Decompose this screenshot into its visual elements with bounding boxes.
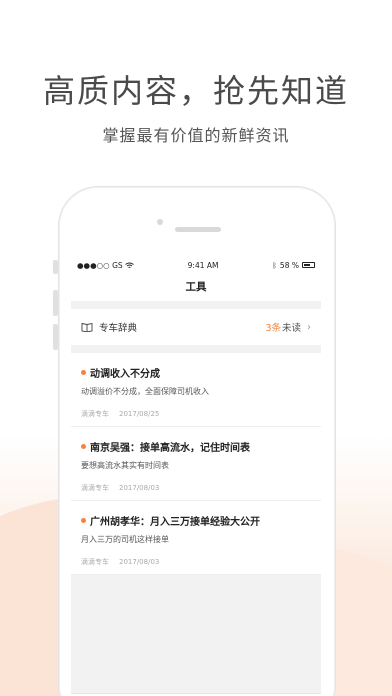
- news-source: 滴滴专车: [81, 484, 109, 492]
- status-time: 9:41 AM: [187, 260, 219, 270]
- unread-dot-icon: [81, 518, 86, 523]
- dictionary-row[interactable]: 专车辞典 3条 未读 ›: [71, 309, 321, 345]
- news-desc: 动调溢价不分成，全面保障司机收入: [81, 387, 209, 396]
- bluetooth-icon: ᛒ: [272, 260, 277, 270]
- news-date: 2017/08/25: [119, 410, 160, 418]
- unread-count: 3条: [265, 323, 281, 334]
- phone-frame: ●●●○○ GS 9:41 AM ᛒ 58 % 工具 专车辞典 3条 未读 › …: [58, 186, 336, 696]
- news-date: 2017/08/03: [119, 558, 160, 566]
- battery-icon: [301, 262, 315, 268]
- nav-title: 工具: [71, 273, 321, 301]
- unread-label: 未读: [281, 323, 301, 334]
- news-desc: 月入三万的司机这样接单: [81, 535, 169, 544]
- carrier-label: ●●●○○ GS: [77, 260, 123, 270]
- news-date: 2017/08/03: [119, 484, 160, 492]
- news-item[interactable]: 广州胡孝华：月入三万接单经验大公开 月入三万的司机这样接单 滴滴专车 2017/0…: [71, 501, 321, 575]
- phone-screen: ●●●○○ GS 9:41 AM ᛒ 58 % 工具 专车辞典 3条 未读 › …: [71, 257, 321, 696]
- news-source: 滴滴专车: [81, 558, 109, 566]
- news-title: 广州胡孝华：月入三万接单经验大公开: [90, 517, 260, 528]
- phone-speaker: [175, 227, 221, 232]
- wifi-icon: [124, 262, 134, 268]
- news-title: 动调收入不分成: [90, 369, 160, 380]
- news-source: 滴滴专车: [81, 410, 109, 418]
- news-title: 南京吴强：接单高流水，记住时间表: [90, 443, 250, 454]
- phone-camera: [157, 219, 163, 225]
- news-list: 动调收入不分成 动调溢价不分成，全面保障司机收入 滴滴专车 2017/08/25 …: [71, 353, 321, 575]
- status-bar: ●●●○○ GS 9:41 AM ᛒ 58 %: [71, 257, 321, 273]
- battery-percent: 58 %: [279, 260, 299, 270]
- book-icon: [81, 322, 93, 332]
- unread-dot-icon: [81, 370, 86, 375]
- promo-headline: 高质内容，抢先知道: [42, 72, 349, 110]
- news-item[interactable]: 动调收入不分成 动调溢价不分成，全面保障司机收入 滴滴专车 2017/08/25: [71, 353, 321, 427]
- chevron-right-icon: ›: [307, 321, 311, 333]
- dictionary-title: 专车辞典: [99, 323, 138, 334]
- news-desc: 要想高流水其实有时间表: [81, 461, 169, 470]
- unread-dot-icon: [81, 444, 86, 449]
- news-item[interactable]: 南京吴强：接单高流水，记住时间表 要想高流水其实有时间表 滴滴专车 2017/08…: [71, 427, 321, 501]
- promo-subhead: 掌握最有价值的新鲜资讯: [102, 126, 290, 145]
